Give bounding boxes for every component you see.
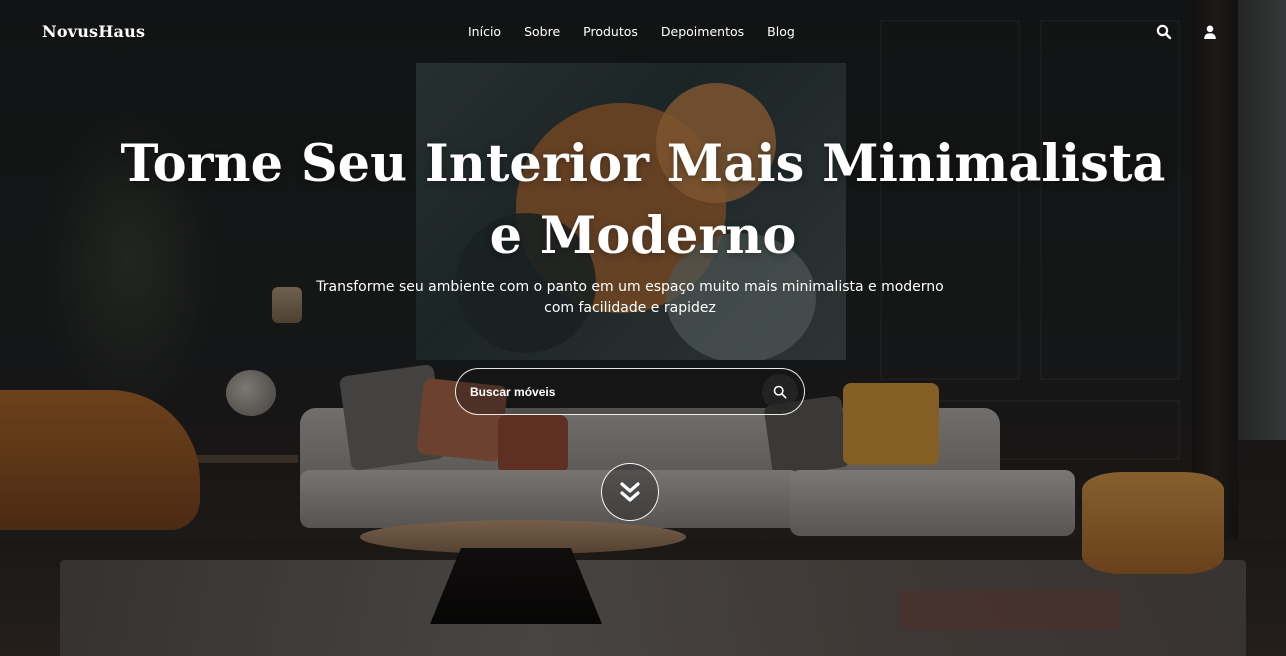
nav-link-blog[interactable]: Blog <box>767 24 795 39</box>
header-actions <box>1156 24 1218 40</box>
hero-background-image <box>0 0 1286 656</box>
search-icon[interactable] <box>1156 24 1172 40</box>
search-icon-svg <box>1156 24 1172 40</box>
dark-overlay <box>0 0 1286 656</box>
scroll-down-button[interactable] <box>601 463 659 521</box>
hero-title: Torne Seu Interior Mais Minimalista e Mo… <box>120 134 1166 266</box>
user-icon[interactable] <box>1202 24 1218 40</box>
hero-subtitle: Transforme seu ambiente com o panto em u… <box>316 279 944 316</box>
search-button[interactable] <box>762 374 798 410</box>
nav-link-sobre[interactable]: Sobre <box>524 24 560 39</box>
user-icon-svg <box>1204 25 1216 39</box>
main-menu: Início Sobre Produtos Depoimentos Blog <box>468 24 795 39</box>
search-bar <box>455 368 805 415</box>
brand-logo[interactable]: NovusHaus <box>42 22 145 41</box>
nav-link-depoimentos[interactable]: Depoimentos <box>661 24 744 39</box>
nav-link-inicio[interactable]: Início <box>468 24 501 39</box>
hero-section: NovusHaus Início Sobre Produtos Depoimen… <box>0 0 1286 656</box>
top-navigation: NovusHaus Início Sobre Produtos Depoimen… <box>0 0 1286 64</box>
search-icon <box>773 385 787 399</box>
double-chevron-down-icon <box>620 482 640 502</box>
nav-link-produtos[interactable]: Produtos <box>583 24 638 39</box>
search-input[interactable] <box>470 381 750 403</box>
